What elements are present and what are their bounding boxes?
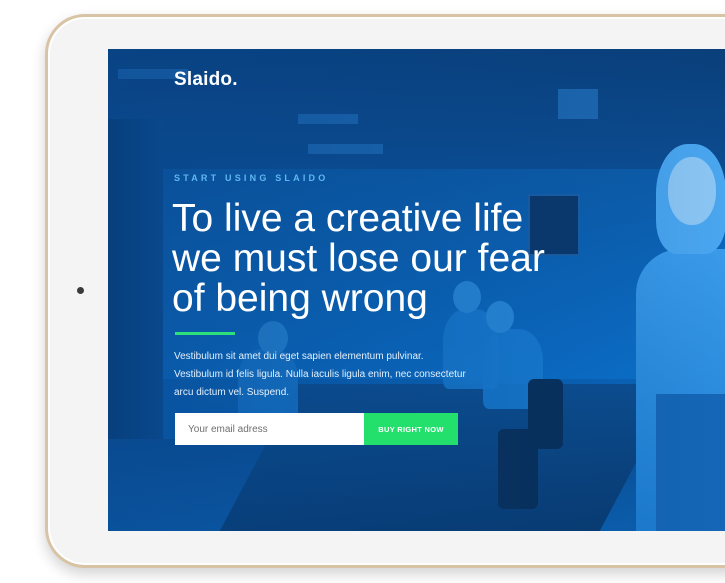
site-logo[interactable]: Slaido. <box>174 69 238 91</box>
buy-now-button[interactable]: BUY RIGHT NOW <box>364 413 458 445</box>
stage: Slaido. START USING SLAIDO To live a cre… <box>0 0 725 583</box>
headline-line: To live a creative life <box>172 197 524 240</box>
hero-eyebrow: START USING SLAIDO <box>174 173 329 183</box>
email-input[interactable] <box>175 413 364 445</box>
camera-icon <box>77 287 84 294</box>
signup-form: BUY RIGHT NOW <box>175 413 458 445</box>
headline-line: we must lose our fear <box>172 237 545 280</box>
headline-divider <box>175 332 235 335</box>
hero-headline: To live a creative life we must lose our… <box>172 199 612 319</box>
hero-description: Vestibulum sit amet dui eget sapien elem… <box>174 351 466 398</box>
headline-line: of being wrong <box>172 277 428 320</box>
